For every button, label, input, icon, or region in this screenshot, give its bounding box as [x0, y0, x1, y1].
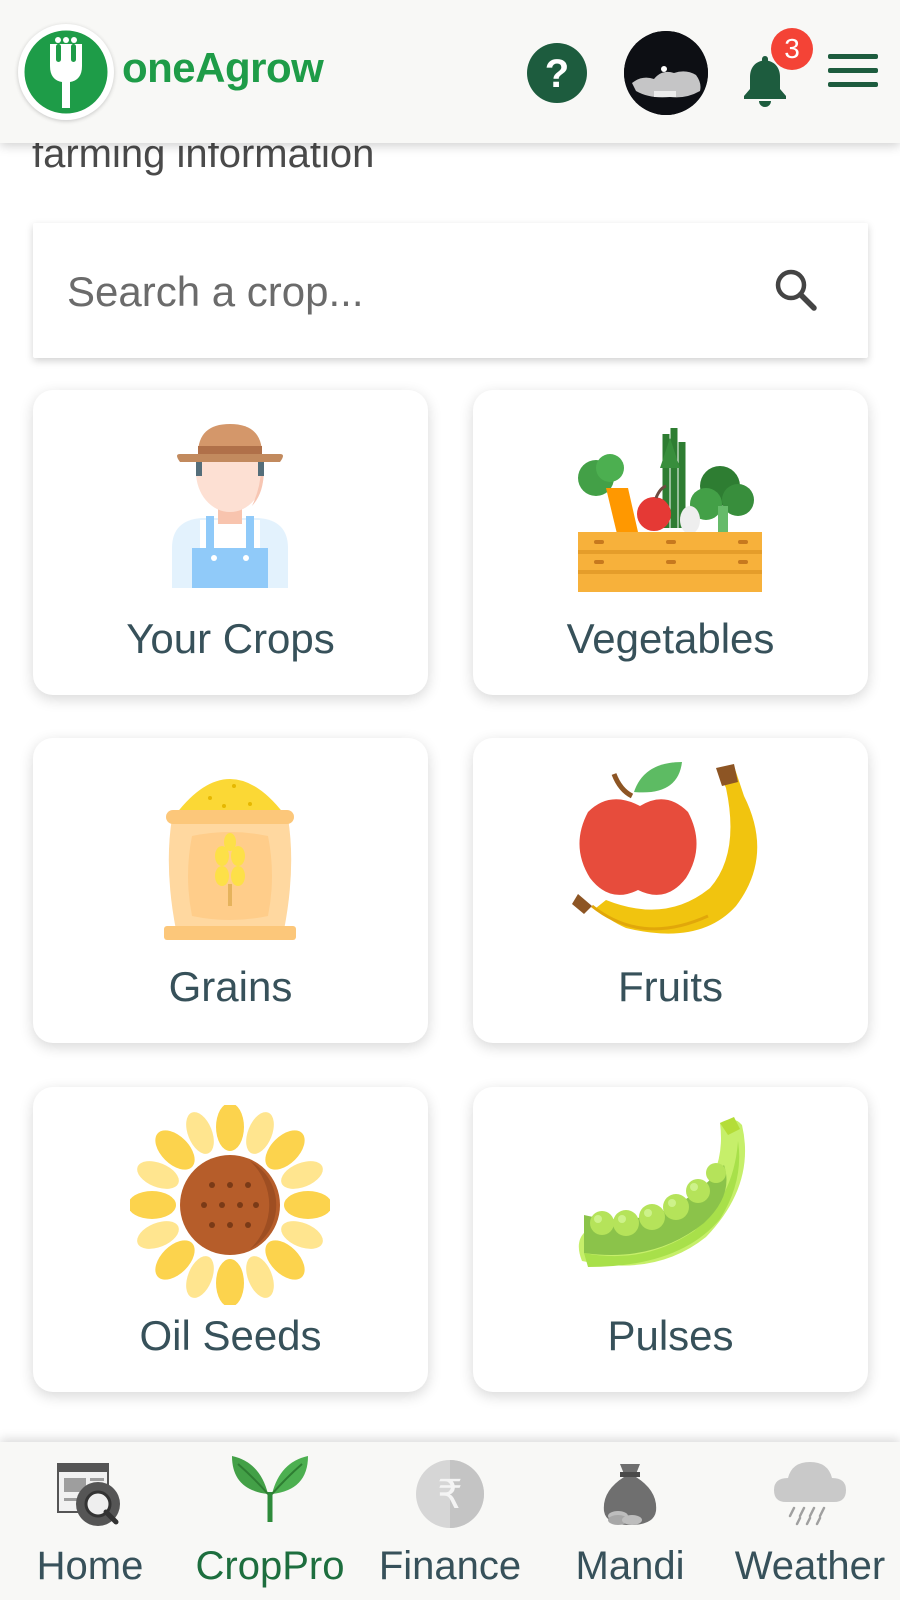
nav-label: Mandi	[575, 1544, 685, 1588]
nav-finance[interactable]: ₹ Finance	[360, 1442, 540, 1600]
grain-sack-icon	[164, 779, 296, 940]
category-card-vegetables[interactable]: Vegetables	[473, 390, 868, 695]
nav-label: Weather	[734, 1544, 886, 1588]
app-header: oneAgrow ? 3	[0, 0, 900, 143]
hamburger-menu-icon[interactable]	[828, 50, 878, 92]
bottom-navigation: Home CropPro ₹ Finance Mandi Weather	[0, 1442, 900, 1600]
rain-cloud-icon	[774, 1462, 846, 1526]
app-logo[interactable]	[18, 24, 114, 120]
help-icon[interactable]: ?	[526, 42, 588, 104]
nav-home[interactable]: Home	[0, 1442, 180, 1600]
nav-label: Finance	[378, 1544, 522, 1588]
fork-logo-icon	[21, 27, 111, 117]
pea-pod-icon	[578, 1117, 746, 1267]
nav-mandi[interactable]: Mandi	[540, 1442, 720, 1600]
farmer-icon	[172, 424, 288, 588]
vegetable-crate-icon	[578, 428, 762, 592]
category-card-fruits[interactable]: Fruits	[473, 738, 868, 1043]
app-name: oneAgrow	[122, 44, 324, 91]
sunflower-icon	[130, 1105, 330, 1305]
search-icon[interactable]	[773, 267, 819, 313]
nav-croppro[interactable]: CropPro	[180, 1442, 360, 1600]
user-avatar[interactable]	[624, 31, 708, 115]
avatar-photo-icon	[624, 31, 708, 115]
category-label: Grains	[168, 963, 293, 1010]
category-label: Fruits	[618, 963, 723, 1010]
category-label: Oil Seeds	[139, 1312, 322, 1359]
news-search-icon	[57, 1463, 120, 1526]
money-bag-icon	[603, 1464, 657, 1525]
nav-label: Home	[36, 1544, 144, 1588]
category-card-oil-seeds[interactable]: Oil Seeds	[33, 1087, 428, 1392]
category-label: Your Crops	[126, 615, 335, 662]
nav-weather[interactable]: Weather	[720, 1442, 900, 1600]
svg-text:₹: ₹	[437, 1472, 462, 1518]
apple-banana-icon	[572, 762, 758, 934]
crop-search-input[interactable]	[65, 261, 769, 323]
nav-label: CropPro	[195, 1544, 345, 1588]
rupee-coin-icon: ₹	[416, 1460, 484, 1528]
category-label: Vegetables	[566, 615, 775, 662]
svg-text:?: ?	[545, 52, 569, 96]
category-card-pulses[interactable]: Pulses	[473, 1087, 868, 1392]
notification-badge: 3	[771, 28, 813, 70]
category-label: Pulses	[607, 1312, 734, 1359]
category-card-grains[interactable]: Grains	[33, 738, 428, 1043]
sprout-icon	[232, 1456, 308, 1522]
category-card-your-crops[interactable]: Your Crops	[33, 390, 428, 695]
crop-search-box	[33, 223, 868, 358]
